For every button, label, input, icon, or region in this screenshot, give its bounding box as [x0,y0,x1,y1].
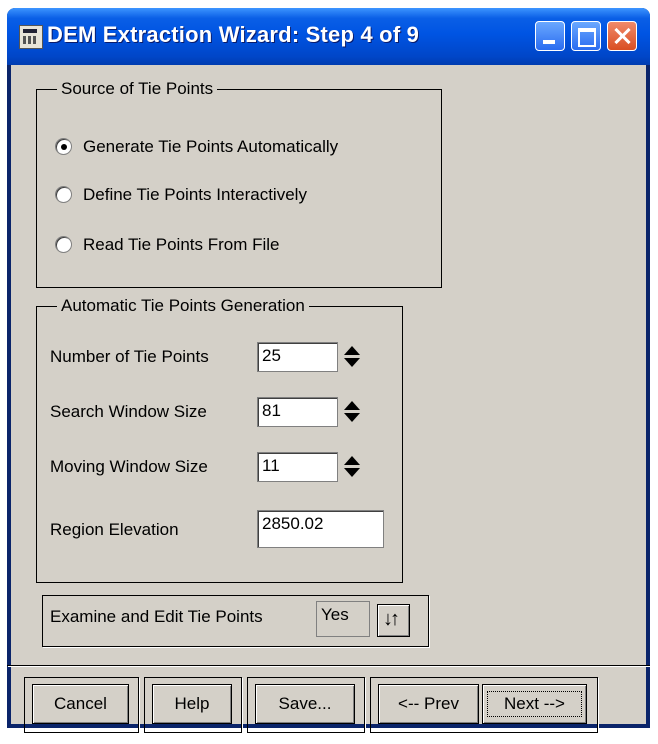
auto-group-label: Automatic Tie Points Generation [57,296,309,316]
examine-label: Examine and Edit Tie Points [50,607,263,626]
radio-button[interactable] [55,138,72,155]
cancel-button[interactable]: Cancel [32,684,129,724]
maximize-button[interactable] [571,21,601,51]
up-down-arrows-icon: ↓↑ [383,608,400,630]
search-window-label: Search Window Size [50,402,207,421]
close-button[interactable] [607,21,637,51]
moving-window-input[interactable]: 11 [257,452,338,482]
next-button[interactable]: Next --> [482,684,587,724]
source-group-label: Source of Tie Points [57,79,218,99]
prev-button[interactable]: <-- Prev [378,684,479,724]
focus-ring [487,691,582,717]
radio-label: Generate Tie Points Automatically [83,137,339,156]
app-icon [19,25,43,49]
title-bar[interactable]: DEM Extraction Wizard: Step 4 of 9 [7,8,650,65]
moving-window-spinner[interactable] [341,454,363,480]
search-window-input[interactable]: 81 [257,397,338,427]
num-tie-points-label: Number of Tie Points [50,347,209,366]
search-window-spinner[interactable] [341,399,363,425]
radio-button[interactable] [55,236,72,253]
region-elevation-input[interactable]: 2850.02 [257,510,384,548]
minimize-button[interactable] [535,21,565,51]
help-button[interactable]: Help [152,684,232,724]
radio-label: Define Tie Points Interactively [83,185,307,204]
wizard-body: Source of Tie Points Generate Tie Points… [7,65,650,733]
examine-value: Yes [316,601,370,637]
moving-window-label: Moving Window Size [50,457,208,476]
region-elevation-label: Region Elevation [50,520,179,539]
window-title: DEM Extraction Wizard: Step 4 of 9 [47,22,420,47]
num-tie-points-spinner[interactable] [341,344,363,370]
buttons-frame [7,665,650,666]
examine-toggle-button[interactable]: ↓↑ [377,604,410,637]
wizard-window: DEM Extraction Wizard: Step 4 of 9 Sourc… [7,8,650,733]
save-button[interactable]: Save... [255,684,355,724]
radio-label: Read Tie Points From File [83,235,280,254]
radio-button[interactable] [55,186,72,203]
num-tie-points-input[interactable]: 25 [257,342,338,372]
